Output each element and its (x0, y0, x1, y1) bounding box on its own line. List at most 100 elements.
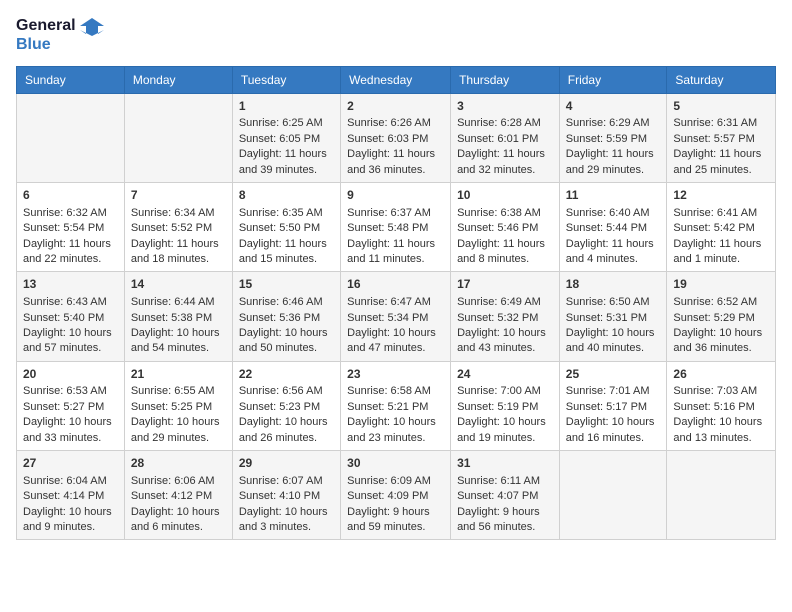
day-info-line: Daylight: 10 hours and 57 minutes. (23, 326, 118, 357)
calendar-cell: 25Sunrise: 7:01 AMSunset: 5:17 PMDayligh… (559, 361, 667, 450)
day-number: 2 (347, 98, 444, 115)
day-number: 4 (566, 98, 661, 115)
day-info-line: Daylight: 11 hours and 29 minutes. (566, 147, 661, 178)
day-info-line: Sunset: 5:31 PM (566, 311, 661, 326)
day-info-line: Sunset: 6:03 PM (347, 132, 444, 147)
day-number: 6 (23, 187, 118, 204)
calendar-cell: 11Sunrise: 6:40 AMSunset: 5:44 PMDayligh… (559, 182, 667, 271)
day-info-line: Sunrise: 6:40 AM (566, 206, 661, 221)
calendar-cell: 2Sunrise: 6:26 AMSunset: 6:03 PMDaylight… (341, 93, 451, 182)
calendar-cell: 24Sunrise: 7:00 AMSunset: 5:19 PMDayligh… (451, 361, 560, 450)
calendar-cell: 15Sunrise: 6:46 AMSunset: 5:36 PMDayligh… (232, 272, 340, 361)
day-info-line: Sunrise: 7:03 AM (673, 384, 769, 399)
day-info-line: Sunset: 5:59 PM (566, 132, 661, 147)
day-info-line: Daylight: 10 hours and 50 minutes. (239, 326, 334, 357)
day-info-line: Daylight: 10 hours and 3 minutes. (239, 505, 334, 536)
day-info-line: Sunset: 5:52 PM (131, 221, 226, 236)
day-info-line: Daylight: 11 hours and 1 minute. (673, 237, 769, 268)
day-info-line: Daylight: 10 hours and 54 minutes. (131, 326, 226, 357)
day-info-line: Sunrise: 6:11 AM (457, 474, 553, 489)
calendar-cell: 16Sunrise: 6:47 AMSunset: 5:34 PMDayligh… (341, 272, 451, 361)
day-info-line: Sunrise: 6:44 AM (131, 295, 226, 310)
calendar-cell: 9Sunrise: 6:37 AMSunset: 5:48 PMDaylight… (341, 182, 451, 271)
calendar-cell: 1Sunrise: 6:25 AMSunset: 6:05 PMDaylight… (232, 93, 340, 182)
day-info-line: Sunrise: 6:52 AM (673, 295, 769, 310)
day-info-line: Sunset: 5:57 PM (673, 132, 769, 147)
day-info-line: Sunrise: 7:00 AM (457, 384, 553, 399)
day-number: 14 (131, 276, 226, 293)
day-number: 7 (131, 187, 226, 204)
day-info-line: Daylight: 11 hours and 11 minutes. (347, 237, 444, 268)
day-info-line: Sunrise: 6:34 AM (131, 206, 226, 221)
day-info-line: Daylight: 10 hours and 16 minutes. (566, 415, 661, 446)
calendar-week-row: 27 Sunrise: 6:04 AMSunset: 4:14 PM Dayligh… (17, 451, 776, 540)
day-info-line: Sunset: 5:50 PM (239, 221, 334, 236)
day-info-line: Sunrise: 6:29 AM (566, 116, 661, 131)
day-info-line: Sunset: 5:44 PM (566, 221, 661, 236)
day-info-line: Daylight: 9 hours and 59 minutes. (347, 505, 444, 536)
day-info-line: Sunset: 5:25 PM (131, 400, 226, 415)
day-info-line: Sunset: 6:01 PM (457, 132, 553, 147)
calendar-cell: 7Sunrise: 6:34 AMSunset: 5:52 PMDaylight… (124, 182, 232, 271)
day-info-line: Daylight: 11 hours and 25 minutes. (673, 147, 769, 178)
day-info-line: Daylight: 10 hours and 40 minutes. (566, 326, 661, 357)
calendar-cell: 5Sunrise: 6:31 AMSunset: 5:57 PMDaylight… (667, 93, 776, 182)
logo-bird-icon (78, 16, 106, 36)
day-info-line: Sunrise: 6:26 AM (347, 116, 444, 131)
day-info-line: Daylight: 10 hours and 29 minutes. (131, 415, 226, 446)
calendar-cell (17, 93, 125, 182)
day-info-line: Sunset: 4:12 PM (131, 489, 226, 504)
day-info-line: Sunset: 5:40 PM (23, 311, 118, 326)
day-info-line: Sunrise: 6:06 AM (131, 474, 226, 489)
day-info-line: Sunset: 6:05 PM (239, 132, 334, 147)
day-info-line: Daylight: 10 hours and 33 minutes. (23, 415, 118, 446)
day-number: 27 (23, 455, 118, 472)
day-number: 30 (347, 455, 444, 472)
day-info-line: Daylight: 11 hours and 32 minutes. (457, 147, 553, 178)
day-number: 24 (457, 366, 553, 383)
day-number: 26 (673, 366, 769, 383)
day-number: 11 (566, 187, 661, 204)
day-info-line: Daylight: 10 hours and 6 minutes. (131, 505, 226, 536)
day-number: 16 (347, 276, 444, 293)
day-info-line: Sunset: 4:09 PM (347, 489, 444, 504)
day-info-line: Sunrise: 6:32 AM (23, 206, 118, 221)
day-info-line: Sunrise: 6:56 AM (239, 384, 334, 399)
day-info-line: Daylight: 10 hours and 36 minutes. (673, 326, 769, 357)
day-info-line: Sunrise: 6:47 AM (347, 295, 444, 310)
day-number: 3 (457, 98, 553, 115)
day-info-line: Sunset: 5:32 PM (457, 311, 553, 326)
day-info-line: Sunrise: 6:38 AM (457, 206, 553, 221)
day-info-line: Daylight: 10 hours and 13 minutes. (673, 415, 769, 446)
logo: General Blue (16, 16, 106, 54)
day-info-line: Sunrise: 6:43 AM (23, 295, 118, 310)
day-info-line: Sunset: 5:17 PM (566, 400, 661, 415)
calendar-cell: 22Sunrise: 6:56 AMSunset: 5:23 PMDayligh… (232, 361, 340, 450)
weekday-header-thursday: Thursday (451, 66, 560, 93)
calendar-cell: 19Sunrise: 6:52 AMSunset: 5:29 PMDayligh… (667, 272, 776, 361)
day-info-line: Sunset: 5:36 PM (239, 311, 334, 326)
day-info-line: Sunset: 5:16 PM (673, 400, 769, 415)
day-number: 25 (566, 366, 661, 383)
day-info-line: Sunset: 5:38 PM (131, 311, 226, 326)
day-number: 1 (239, 98, 334, 115)
day-number: 22 (239, 366, 334, 383)
day-info-line: Sunset: 5:54 PM (23, 221, 118, 236)
day-number: 8 (239, 187, 334, 204)
day-info-line: Sunrise: 6:07 AM (239, 474, 334, 489)
calendar-cell (559, 451, 667, 540)
day-info-line: Sunset: 4:14 PM (23, 489, 118, 504)
day-info-line: Sunset: 5:42 PM (673, 221, 769, 236)
calendar-cell: 26Sunrise: 7:03 AMSunset: 5:16 PMDayligh… (667, 361, 776, 450)
calendar-cell: 10Sunrise: 6:38 AMSunset: 5:46 PMDayligh… (451, 182, 560, 271)
calendar-cell: 21Sunrise: 6:55 AMSunset: 5:25 PMDayligh… (124, 361, 232, 450)
calendar-cell: 6Sunrise: 6:32 AMSunset: 5:54 PMDaylight… (17, 182, 125, 271)
day-info-line: Sunset: 5:29 PM (673, 311, 769, 326)
day-info-line: Sunrise: 6:04 AM (23, 474, 118, 489)
day-info-line: Sunset: 5:23 PM (239, 400, 334, 415)
day-number: 12 (673, 187, 769, 204)
day-number: 29 (239, 455, 334, 472)
weekday-header-friday: Friday (559, 66, 667, 93)
day-info-line: Sunset: 4:07 PM (457, 489, 553, 504)
day-info-line: Sunrise: 6:35 AM (239, 206, 334, 221)
